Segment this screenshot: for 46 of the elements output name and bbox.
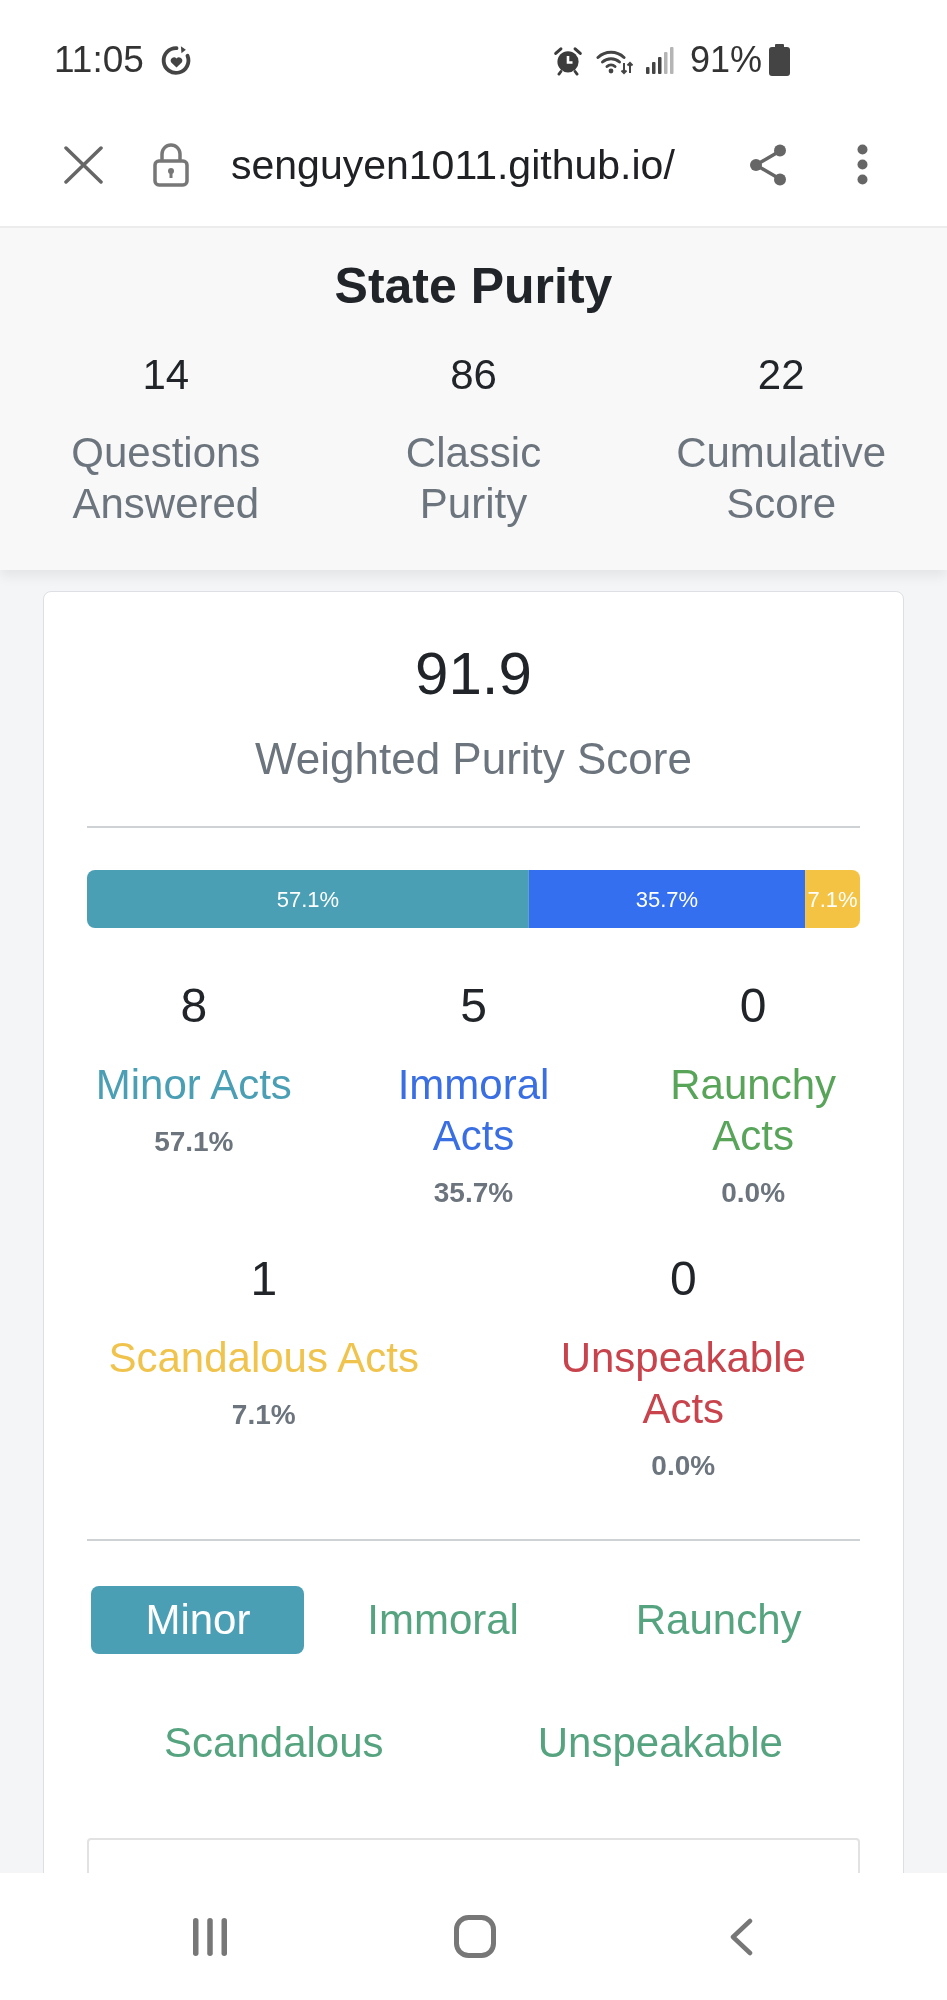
stat-label: Questions Answered xyxy=(70,428,262,529)
share-icon[interactable] xyxy=(749,143,787,186)
bar-value-label: 57.1% xyxy=(276,886,340,912)
url-text: senguyen1011.github.io/ xyxy=(231,140,675,190)
category-tab[interactable]: Raunchy xyxy=(581,1586,856,1654)
page-title: State Purity xyxy=(333,257,614,315)
score-value: 91.9 xyxy=(414,639,533,709)
act-category-label: Unspeakable Acts xyxy=(559,1333,807,1434)
act-category-label: Raunchy Acts xyxy=(669,1060,838,1161)
more-options-icon[interactable] xyxy=(857,144,868,185)
bar-value-label: 7.1% xyxy=(807,886,858,912)
act-category-label: Scandalous Acts xyxy=(108,1333,419,1383)
act-percentage: 57.1% xyxy=(154,1125,234,1159)
score-label: Weighted Purity Score xyxy=(254,736,693,782)
act-count: 0 xyxy=(669,1253,697,1305)
category-tab[interactable]: Immoral xyxy=(313,1586,573,1654)
signal-icon xyxy=(644,46,675,74)
stat-value: 14 xyxy=(142,351,190,399)
act-count: 5 xyxy=(460,980,487,1032)
act-count: 1 xyxy=(250,1253,278,1305)
recent-apps-icon[interactable] xyxy=(192,1917,228,1956)
bar-value-label: 35.7% xyxy=(635,886,699,912)
home-icon[interactable] xyxy=(454,1915,496,1958)
stat-label: Classic Purity xyxy=(404,428,543,529)
act-category-label: Immoral Acts xyxy=(396,1060,551,1161)
battery-icon xyxy=(769,44,790,76)
battery-percentage: 91% xyxy=(689,38,762,82)
heart-ring-icon xyxy=(159,43,193,77)
back-icon[interactable] xyxy=(728,1917,754,1956)
category-tab[interactable]: Unspeakable xyxy=(483,1709,837,1777)
clock-time: 11:05 xyxy=(54,38,144,82)
stat-label: Cumulative Score xyxy=(675,428,888,529)
category-tab[interactable]: Scandalous xyxy=(110,1709,438,1777)
act-percentage: 7.1% xyxy=(231,1398,296,1432)
act-percentage: 0.0% xyxy=(651,1449,716,1483)
alarm-icon xyxy=(551,44,584,76)
stat-value: 86 xyxy=(450,351,497,399)
lock-icon[interactable] xyxy=(152,142,190,187)
category-tab[interactable]: Minor xyxy=(91,1586,305,1654)
act-percentage: 35.7% xyxy=(433,1176,514,1210)
stat-value: 22 xyxy=(757,351,805,399)
act-count: 0 xyxy=(739,980,767,1032)
act-category-label: Minor Acts xyxy=(95,1060,292,1110)
close-icon[interactable] xyxy=(63,145,104,184)
act-count: 8 xyxy=(180,980,208,1032)
act-percentage: 0.0% xyxy=(721,1176,786,1210)
